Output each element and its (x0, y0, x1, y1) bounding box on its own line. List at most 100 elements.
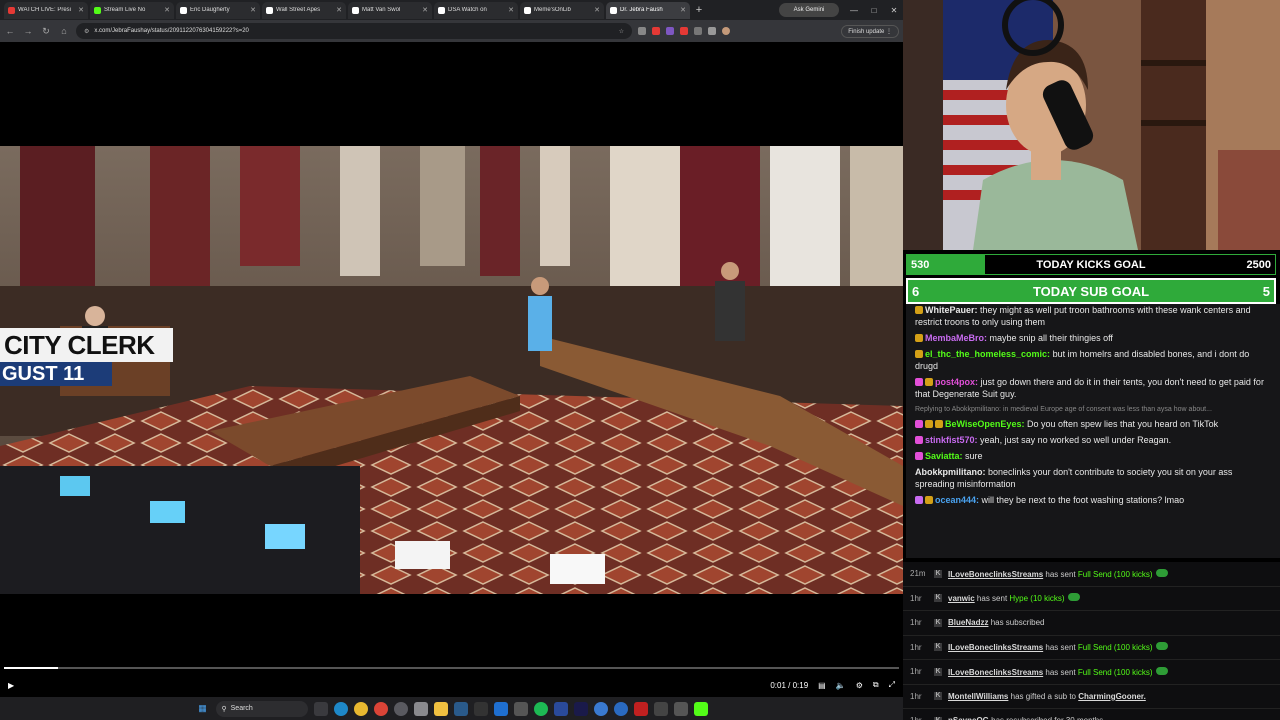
address-bar[interactable]: ⚙ x.com/JebraFaushay/status/209112207630… (76, 23, 632, 39)
finish-update-button[interactable]: Finish update ⋮ (841, 24, 899, 38)
event-username[interactable]: ILoveBoneclinksStreams (948, 668, 1043, 677)
tab-label: Wall Street Apes (276, 7, 321, 13)
app-icon[interactable] (413, 701, 428, 716)
steam-icon[interactable] (453, 701, 468, 716)
file-explorer-icon[interactable] (433, 701, 448, 716)
site-info-icon[interactable]: ⚙ (84, 28, 89, 35)
app-icon[interactable] (493, 701, 508, 716)
chat-badge-icon (935, 420, 943, 428)
event-username[interactable]: ILoveBoneclinksStreams (948, 643, 1043, 652)
play-icon[interactable]: ▶ (8, 681, 14, 690)
chat-username[interactable]: ocean444: (935, 495, 979, 505)
taskbar-search[interactable]: ⚲ Search (215, 700, 308, 717)
tab-close-icon[interactable]: ✕ (508, 6, 514, 14)
app-icon[interactable] (653, 701, 668, 716)
sub-goal-title: TODAY SUB GOAL (1032, 283, 1150, 299)
tab-close-icon[interactable]: ✕ (336, 6, 342, 14)
edge-icon[interactable] (333, 701, 348, 716)
kick-logo-icon: K (934, 667, 942, 676)
chat-username[interactable]: post4pox: (935, 377, 978, 387)
chat-username[interactable]: Saviatta: (925, 451, 963, 461)
volume-icon[interactable]: 🔈 (836, 681, 846, 690)
kick-icon[interactable] (693, 701, 708, 716)
browser-tab[interactable]: Wall Street Apes ✕ (262, 1, 346, 19)
windows-start-icon[interactable]: ▦ (196, 702, 210, 716)
fullscreen-icon[interactable]: ⤢ (889, 680, 895, 690)
event-verb: has resubscribed for 30 months (991, 716, 1103, 720)
forward-icon[interactable]: → (22, 26, 34, 36)
tab-close-icon[interactable]: ✕ (164, 6, 170, 14)
url-text: x.com/JebraFaushay/status/20911220763041… (94, 28, 249, 34)
kick-logo-icon: K (934, 569, 942, 578)
tab-close-icon[interactable]: ✕ (680, 6, 686, 14)
captions-icon[interactable]: ▤ (818, 681, 826, 690)
event-username[interactable]: ILoveBoneclinksStreams (948, 570, 1043, 579)
tab-close-icon[interactable]: ✕ (250, 6, 256, 14)
chat-username[interactable]: stinkfist570: (925, 435, 978, 445)
extension-icon[interactable] (680, 27, 688, 35)
time-total: 0:19 (792, 680, 809, 690)
chat-username[interactable]: el_thc_the_homeless_comic: (925, 349, 1050, 359)
spotify-icon[interactable] (533, 701, 548, 716)
browser-tab[interactable]: WATCH LIVE: Presi ✕ (4, 1, 88, 19)
minimize-icon[interactable]: — (845, 6, 863, 15)
profile-avatar[interactable] (722, 27, 730, 35)
browser-tab[interactable]: DSA Watch on ✕ (434, 1, 518, 19)
chat-badge-icon (915, 452, 923, 460)
picture-in-picture-icon[interactable]: ⧉ (873, 680, 879, 690)
chat-username[interactable]: Abokkpmilitano: (915, 467, 986, 477)
extension-icon[interactable] (666, 27, 674, 35)
video-player[interactable]: CITY CLERK GUST 11 ▶ 0:01 / 0:19 ▤ 🔈 ⚙ ⧉… (0, 42, 903, 697)
chat-username[interactable]: BeWiseOpenEyes: (945, 419, 1024, 429)
extension-icon[interactable] (638, 27, 646, 35)
tab-close-icon[interactable]: ✕ (594, 6, 600, 14)
ask-gemini-button[interactable]: Ask Gemini (779, 3, 839, 17)
event-amount: Full Send (100 kicks) (1077, 569, 1153, 579)
bookmark-star-icon[interactable]: ☆ (619, 28, 624, 35)
home-icon[interactable]: ⌂ (58, 26, 70, 36)
chat-reply-context: Replying to Abokkpmilitano: in medieval … (915, 406, 1212, 413)
settings-gear-icon[interactable]: ⚙ (856, 681, 863, 690)
event-username[interactable]: BlueNadzz (948, 618, 988, 627)
browser-tab[interactable]: Meme'sOnLib ✕ (520, 1, 604, 19)
reload-icon[interactable]: ↻ (40, 26, 52, 37)
event-username[interactable]: MontellWilliams (948, 692, 1008, 701)
task-view-icon[interactable] (313, 701, 328, 716)
event-text: nSayneOG has resubscribed for 30 months (948, 716, 1103, 720)
tab-close-icon[interactable]: ✕ (78, 6, 84, 14)
event-verb: has gifted a sub to (1010, 691, 1077, 701)
app-icon[interactable] (593, 701, 608, 716)
event-username[interactable]: vanwic (948, 594, 975, 603)
obs-icon[interactable] (393, 701, 408, 716)
chat-username[interactable]: WhitePauer: (925, 305, 978, 315)
browser-tab[interactable]: Stream Live No ✕ (90, 1, 174, 19)
app-icon[interactable] (673, 701, 688, 716)
app-icon[interactable] (613, 701, 628, 716)
chrome-icon[interactable] (353, 701, 368, 716)
chat-username[interactable]: MembaMeBro: (925, 333, 987, 343)
chat-badge-icon (915, 378, 923, 386)
extension-icon[interactable] (694, 27, 702, 35)
tab-close-icon[interactable]: ✕ (422, 6, 428, 14)
event-row: 21m K ILoveBoneclinksStreams has sent Full… (903, 562, 1280, 587)
new-tab-button[interactable]: + (692, 3, 706, 17)
event-username[interactable]: nSayneOG (948, 716, 989, 720)
video-progress-bar[interactable] (4, 667, 899, 669)
browser-tab[interactable]: Eric Daugherty ✕ (176, 1, 260, 19)
back-icon[interactable]: ← (4, 26, 16, 36)
close-window-icon[interactable]: ✕ (885, 6, 903, 15)
premiere-icon[interactable] (573, 701, 588, 716)
app-icon[interactable] (633, 701, 648, 716)
app-icon[interactable] (473, 701, 488, 716)
chrome-icon[interactable] (373, 701, 388, 716)
browser-tab[interactable]: Dr. Jebra Faush ✕ (606, 1, 690, 19)
extension-icon[interactable] (652, 27, 660, 35)
extension-icon[interactable] (708, 27, 716, 35)
tab-favicon-icon (438, 6, 445, 14)
chat-text: sure (965, 451, 983, 461)
browser-tab[interactable]: Matt Van Swol ✕ (348, 1, 432, 19)
app-icon[interactable] (553, 701, 568, 716)
app-icon[interactable] (513, 701, 528, 716)
maximize-icon[interactable]: □ (865, 6, 883, 15)
tab-label: DSA Watch on (448, 7, 487, 13)
